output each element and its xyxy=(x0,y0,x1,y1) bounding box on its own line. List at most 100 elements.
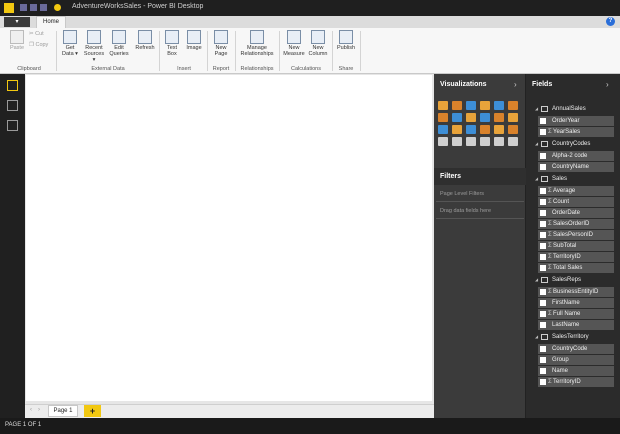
expand-triangle-icon[interactable]: ◢ xyxy=(535,275,538,285)
field-item[interactable]: OrderDate xyxy=(538,208,614,218)
field-checkbox[interactable] xyxy=(540,300,546,306)
help-icon[interactable]: ? xyxy=(606,17,615,26)
field-item[interactable]: Σ TerritoryID xyxy=(538,252,614,262)
copy-button[interactable]: ❐ Copy xyxy=(29,42,48,48)
recent-sources-button[interactable]: Recent Sources ▾ xyxy=(82,30,106,63)
home-tab[interactable]: Home xyxy=(36,16,66,28)
file-tab[interactable]: ▾ xyxy=(4,17,30,27)
field-item[interactable]: Σ TerritoryID xyxy=(538,377,614,387)
field-checkbox[interactable] xyxy=(540,129,546,135)
field-item[interactable]: CountryCode xyxy=(538,344,614,354)
field-checkbox[interactable] xyxy=(540,311,546,317)
field-item[interactable]: Σ SubTotal xyxy=(538,241,614,251)
card-visual-icon[interactable] xyxy=(480,137,490,146)
expand-triangle-icon[interactable]: ◢ xyxy=(535,332,538,342)
save-icon[interactable] xyxy=(20,4,27,11)
report-canvas[interactable] xyxy=(26,75,432,401)
waterfall-visual-icon[interactable] xyxy=(438,125,448,134)
new-page-button[interactable]: New Page xyxy=(211,30,231,57)
prev-page-arrow-icon[interactable]: ‹ xyxy=(30,407,32,413)
manage-relationships-button[interactable]: Manage Relationships xyxy=(238,30,276,57)
area-visual-icon[interactable] xyxy=(452,113,462,122)
field-checkbox[interactable] xyxy=(540,188,546,194)
expand-triangle-icon[interactable]: ◢ xyxy=(535,104,538,114)
field-checkbox[interactable] xyxy=(540,346,546,352)
report-view-icon[interactable] xyxy=(7,80,18,91)
stacked-bar-visual-icon[interactable] xyxy=(438,101,448,110)
ribbon-visual-icon[interactable] xyxy=(508,113,518,122)
table-salesreps[interactable]: ◢ SalesReps xyxy=(530,275,616,285)
field-checkbox[interactable] xyxy=(540,221,546,227)
gauge-visual-icon[interactable] xyxy=(466,137,476,146)
field-checkbox[interactable] xyxy=(540,153,546,159)
page-tab-1[interactable]: Page 1 xyxy=(48,405,78,417)
treemap-visual-icon[interactable] xyxy=(494,125,504,134)
field-checkbox[interactable] xyxy=(540,379,546,385)
field-item[interactable]: Σ BusinessEntityID xyxy=(538,287,614,297)
line-visual-icon[interactable] xyxy=(438,113,448,122)
filter-drop-zone[interactable]: Drag data fields here xyxy=(436,203,524,219)
field-item[interactable]: Σ Full Name xyxy=(538,309,614,319)
field-checkbox[interactable] xyxy=(540,232,546,238)
new-column-button[interactable]: New Column xyxy=(306,30,330,57)
table-annualsales[interactable]: ◢ AnnualSales xyxy=(530,104,616,114)
field-checkbox[interactable] xyxy=(540,254,546,260)
field-checkbox[interactable] xyxy=(540,199,546,205)
100-bar-visual-icon[interactable] xyxy=(494,101,504,110)
publish-button[interactable]: Publish xyxy=(335,30,357,51)
field-item[interactable]: OrderYear xyxy=(538,116,614,126)
field-item[interactable]: Σ Total Sales xyxy=(538,263,614,273)
field-item[interactable]: FirstName xyxy=(538,298,614,308)
field-item[interactable]: Σ Average xyxy=(538,186,614,196)
redo-icon[interactable] xyxy=(40,4,47,11)
field-checkbox[interactable] xyxy=(540,265,546,271)
funnel-visual-icon[interactable] xyxy=(452,137,462,146)
field-checkbox[interactable] xyxy=(540,210,546,216)
table-sales[interactable]: ◢ Sales xyxy=(530,174,616,184)
field-checkbox[interactable] xyxy=(540,289,546,295)
get-data-button[interactable]: Get Data ▾ xyxy=(60,30,80,57)
new-measure-button[interactable]: New Measure xyxy=(282,30,306,57)
stacked-column-visual-icon[interactable] xyxy=(452,101,462,110)
collapse-fields-icon[interactable]: › xyxy=(606,80,609,89)
relationships-view-icon[interactable] xyxy=(7,120,18,131)
field-checkbox[interactable] xyxy=(540,357,546,363)
scatter-visual-icon[interactable] xyxy=(452,125,462,134)
field-item[interactable]: CountryName xyxy=(538,162,614,172)
100-column-visual-icon[interactable] xyxy=(508,101,518,110)
multi-row-card-visual-icon[interactable] xyxy=(494,137,504,146)
image-button[interactable]: Image xyxy=(184,30,204,51)
field-item[interactable]: Σ SalesPersonID xyxy=(538,230,614,240)
filled-map-visual-icon[interactable] xyxy=(438,137,448,146)
clustered-bar-visual-icon[interactable] xyxy=(466,101,476,110)
expand-triangle-icon[interactable]: ◢ xyxy=(535,174,538,184)
field-item[interactable]: Σ SalesOrderID xyxy=(538,219,614,229)
table-salesterritory[interactable]: ◢ SalesTerritory xyxy=(530,332,616,342)
edit-queries-button[interactable]: Edit Queries xyxy=(108,30,130,57)
field-item[interactable]: Σ Count xyxy=(538,197,614,207)
field-item[interactable]: Group xyxy=(538,355,614,365)
line-column-visual-icon[interactable] xyxy=(480,113,490,122)
field-checkbox[interactable] xyxy=(540,243,546,249)
field-item[interactable]: Name xyxy=(538,366,614,376)
field-item[interactable]: LastName xyxy=(538,320,614,330)
field-checkbox[interactable] xyxy=(540,368,546,374)
donut-visual-icon[interactable] xyxy=(480,125,490,134)
paste-button[interactable]: Paste xyxy=(8,30,26,51)
smiley-feedback-icon[interactable] xyxy=(54,4,61,11)
text-box-button[interactable]: Text Box xyxy=(163,30,181,57)
field-item[interactable]: Σ YearSales xyxy=(538,127,614,137)
field-checkbox[interactable] xyxy=(540,164,546,170)
table-visual-icon[interactable] xyxy=(508,137,518,146)
pie-visual-icon[interactable] xyxy=(466,125,476,134)
field-item[interactable]: Alpha-2 code xyxy=(538,151,614,161)
map-visual-icon[interactable] xyxy=(508,125,518,134)
expand-triangle-icon[interactable]: ◢ xyxy=(535,139,538,149)
stacked-area-visual-icon[interactable] xyxy=(466,113,476,122)
field-checkbox[interactable] xyxy=(540,322,546,328)
table-countrycodes[interactable]: ◢ CountryCodes xyxy=(530,139,616,149)
undo-icon[interactable] xyxy=(30,4,37,11)
cut-button[interactable]: ✂ Cut xyxy=(29,31,44,37)
next-page-arrow-icon[interactable]: › xyxy=(38,407,40,413)
add-page-button[interactable]: + xyxy=(84,405,101,417)
